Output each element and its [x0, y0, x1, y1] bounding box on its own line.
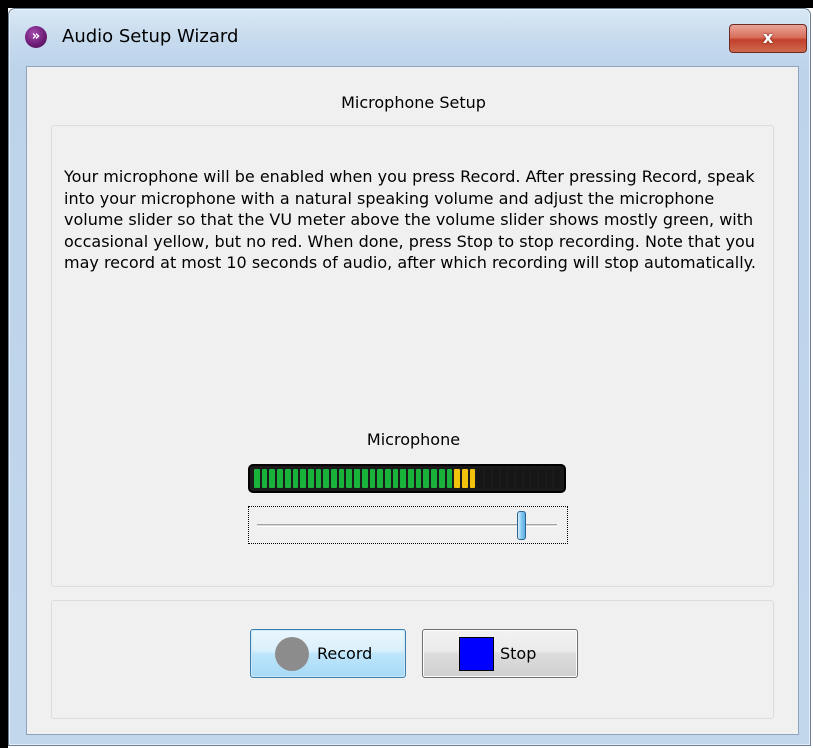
vu-segment-off — [546, 469, 553, 488]
app-logo-icon: » — [25, 26, 47, 48]
vu-segment-green — [269, 469, 276, 488]
record-circle-icon — [275, 637, 309, 671]
vu-segment-green — [346, 469, 353, 488]
slider-thumb[interactable] — [516, 511, 526, 540]
vu-segment-green — [300, 469, 306, 488]
vu-segment-green — [277, 469, 283, 488]
vu-segment-green — [384, 469, 391, 488]
record-button-label: Record — [317, 644, 373, 663]
vu-segment-yellow — [454, 469, 460, 488]
vu-segment-green — [292, 469, 299, 488]
vu-segment-off — [531, 469, 538, 488]
stop-button[interactable]: Stop — [422, 629, 578, 678]
close-button[interactable]: x — [729, 24, 807, 53]
vu-segment-green — [369, 469, 376, 488]
stop-button-label: Stop — [500, 644, 537, 663]
vu-segment-off — [485, 469, 491, 488]
vu-segment-green — [408, 469, 414, 488]
vu-segment-green — [323, 469, 330, 488]
vu-segment-green — [377, 469, 383, 488]
vu-segment-off — [477, 469, 484, 488]
vu-segment-green — [331, 469, 337, 488]
recording-controls-panel: Record Stop — [51, 600, 774, 719]
vu-segment-green — [315, 469, 322, 488]
wizard-client-area: Microphone Setup Your microphone will be… — [26, 66, 799, 735]
vu-segment-off — [515, 469, 522, 488]
record-button[interactable]: Record — [250, 629, 406, 678]
vu-segment-yellow — [461, 469, 468, 488]
vu-segment-green — [254, 469, 260, 488]
vu-segment-yellow — [469, 469, 476, 488]
vu-segment-off — [508, 469, 514, 488]
vu-segment-green — [431, 469, 437, 488]
vu-segment-off — [500, 469, 507, 488]
vu-segment-green — [284, 469, 291, 488]
vu-segment-off — [539, 469, 545, 488]
vu-segment-green — [423, 469, 430, 488]
vu-segment-green — [361, 469, 368, 488]
audio-setup-wizard-window: x » Audio Setup Wizard Microphone Setup … — [0, 0, 813, 748]
stop-square-icon — [459, 637, 494, 671]
vu-segment-green — [446, 469, 453, 488]
vu-segment-green — [307, 469, 314, 488]
vu-segment-off — [554, 469, 561, 488]
instructions-text: Your microphone will be enabled when you… — [64, 167, 756, 272]
vu-segment-green — [338, 469, 345, 488]
vu-segment-green — [400, 469, 407, 488]
vu-segment-off — [523, 469, 530, 488]
vu-segment-green — [438, 469, 445, 488]
vu-segment-off — [492, 469, 499, 488]
vu-segment-green — [415, 469, 422, 488]
vu-segment-green — [354, 469, 360, 488]
microphone-label: Microphone — [366, 430, 461, 449]
vu-meter — [248, 464, 566, 493]
microphone-setup-panel: Your microphone will be enabled when you… — [51, 125, 774, 587]
vu-segment-green — [392, 469, 399, 488]
page-title: Microphone Setup — [341, 93, 486, 112]
vu-segment-green — [261, 469, 268, 488]
slider-track — [257, 524, 557, 527]
microphone-volume-slider[interactable] — [248, 506, 568, 544]
window-title: Audio Setup Wizard — [62, 26, 239, 47]
